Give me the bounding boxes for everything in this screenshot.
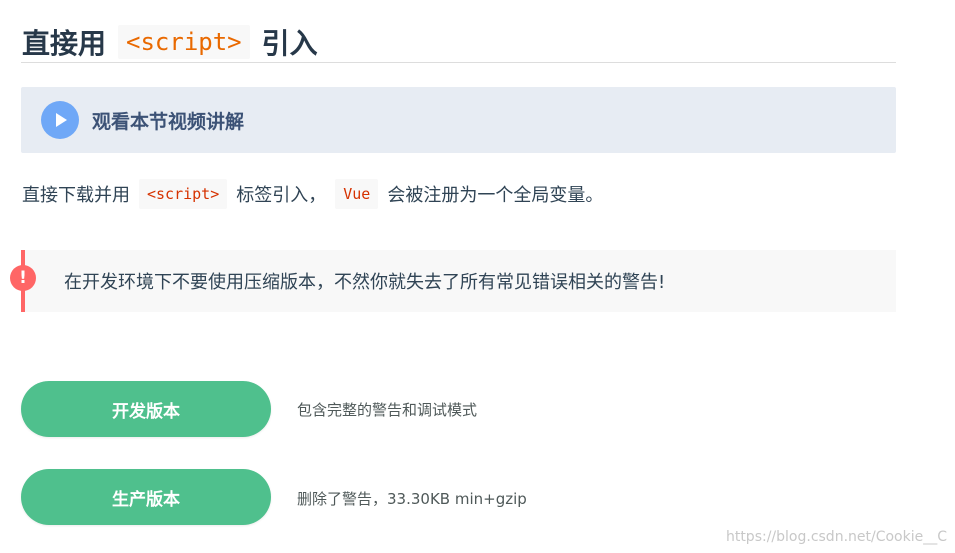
dev-version-button[interactable]: 开发版本 (21, 381, 271, 437)
intro-text: 标签引入， (236, 185, 327, 206)
title-text-end: 引入 (261, 26, 318, 60)
page-title: 直接用 <script> 引入 (22, 19, 318, 65)
play-icon[interactable] (41, 101, 79, 139)
video-link-label[interactable]: 观看本节视频讲解 (92, 107, 244, 134)
alert-icon: ! (10, 265, 36, 291)
title-code: <script> (118, 24, 250, 59)
video-link[interactable]: 观看本节视频讲解 (21, 87, 896, 153)
intro-text: 会被注册为一个全局变量。 (387, 185, 604, 206)
prod-version-button[interactable]: 生产版本 (21, 469, 271, 525)
inline-code-vue: Vue (335, 179, 379, 209)
watermark-url: https://blog.csdn.net/Cookie__C (725, 529, 947, 545)
warning-text: 在开发环境下不要使用压缩版本，不然你就失去了所有常见错误相关的警告! (64, 272, 666, 293)
dev-version-description: 包含完整的警告和调试模式 (297, 401, 478, 419)
intro-text: 直接下载并用 (22, 185, 130, 206)
intro-paragraph: 直接下载并用 <script> 标签引入， Vue 会被注册为一个全局变量。 (22, 176, 603, 212)
warning-callout: ! 在开发环境下不要使用压缩版本，不然你就失去了所有常见错误相关的警告! (10, 250, 896, 312)
title-text: 直接用 (22, 26, 107, 60)
inline-code-script: <script> (139, 179, 228, 209)
prod-version-description: 删除了警告，33.30KB min+gzip (297, 490, 527, 508)
heading-divider (21, 62, 896, 63)
